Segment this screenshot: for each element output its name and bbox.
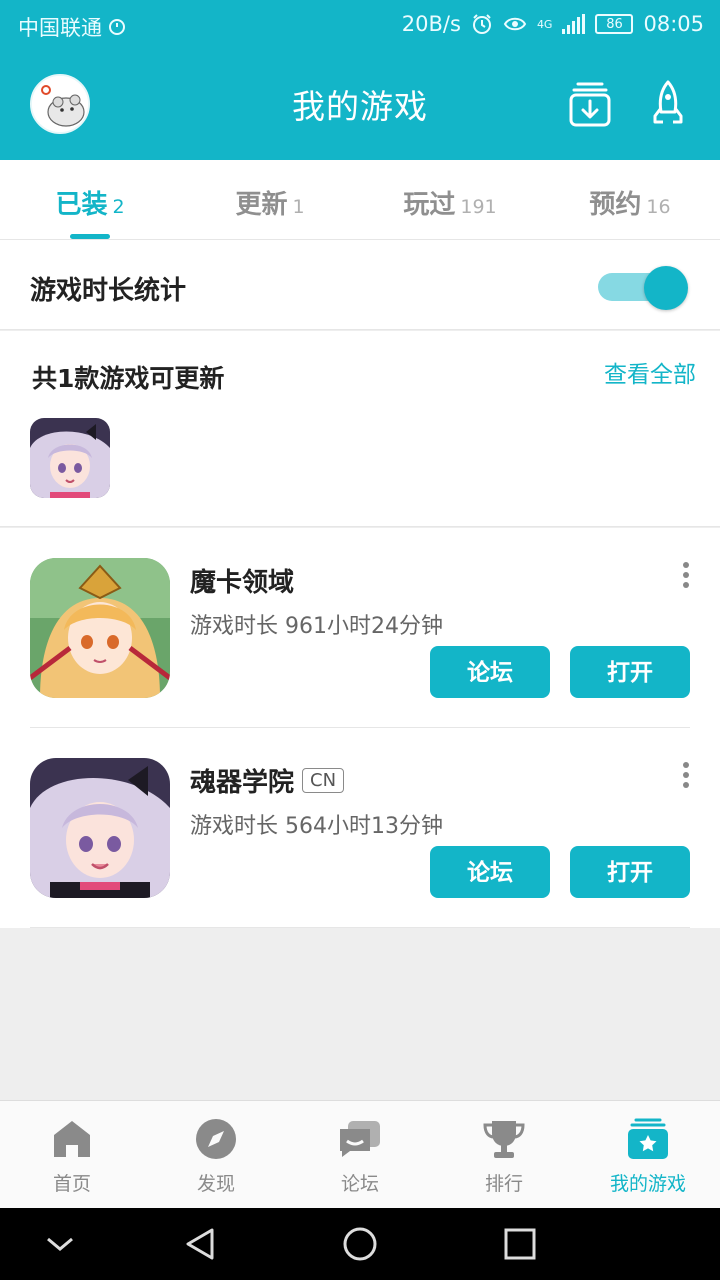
game-tabs: 已装 2 更新 1 玩过 191 预约 16 [0, 160, 720, 240]
forum-button[interactable]: 论坛 [430, 846, 550, 898]
game-icon-hunqi[interactable] [30, 758, 170, 898]
tab-played[interactable]: 玩过 191 [360, 160, 540, 239]
nav-forum[interactable]: 论坛 [288, 1101, 432, 1208]
open-button[interactable]: 打开 [570, 846, 690, 898]
game-icon-moka[interactable] [30, 558, 170, 698]
battery-icon: 86 [595, 14, 634, 34]
tab-reserved[interactable]: 预约 16 [540, 160, 720, 239]
playtime-stats-label: 游戏时长统计 [30, 276, 187, 306]
installed-games-list: 魔卡领域 游戏时长 961小时24分钟 论坛 打开 魂器学院 CN 游戏时长 56… [0, 528, 720, 928]
my-games-icon [628, 1118, 668, 1159]
top-bar: 中国联通 20B/s 4G 86 08:05 我的游戏 [0, 0, 720, 160]
tab-label: 已装 [55, 190, 108, 220]
divider [30, 927, 690, 928]
region-badge: CN [302, 768, 345, 793]
signal-icon [562, 14, 586, 34]
nav-discover[interactable]: 发现 [144, 1101, 288, 1208]
more-options-icon[interactable] [676, 562, 696, 592]
recent-apps-icon[interactable] [502, 1226, 538, 1262]
view-all-link[interactable]: 查看全部 [604, 355, 696, 389]
alarm-icon [472, 14, 491, 34]
system-navigation-bar [0, 1208, 720, 1280]
nav-label: 首页 [52, 1173, 91, 1195]
eye-icon [503, 17, 527, 31]
more-options-icon[interactable] [676, 762, 696, 792]
home-icon [54, 1121, 90, 1157]
active-tab-indicator [70, 234, 110, 239]
tab-installed[interactable]: 已装 2 [0, 160, 180, 239]
network-speed: 20B/s [401, 12, 461, 36]
bottom-navigation: 首页 发现 论坛 排行 我的游戏 [0, 1100, 720, 1208]
status-time: 08:05 [643, 12, 704, 36]
tab-count: 191 [460, 196, 497, 218]
page-title: 我的游戏 [292, 87, 428, 126]
updates-section: 共1款游戏可更新 查看全部 [0, 331, 720, 527]
tab-label: 更新 [235, 190, 288, 220]
chevron-down-icon[interactable] [42, 1226, 78, 1262]
trophy-icon [483, 1121, 525, 1158]
tab-count: 1 [292, 196, 305, 218]
game-title: 魔卡领域 [190, 568, 295, 598]
header: 我的游戏 [0, 50, 720, 160]
update-game-icon[interactable] [30, 418, 110, 498]
game-title: 魂器学院 [190, 768, 295, 798]
game-name: 魔卡领域 [190, 562, 294, 599]
game-playtime: 游戏时长 564小时13分钟 [190, 814, 443, 839]
forum-icon [340, 1121, 380, 1157]
nav-my-games[interactable]: 我的游戏 [576, 1101, 720, 1208]
nav-label: 发现 [196, 1173, 235, 1195]
tab-count: 2 [112, 196, 125, 218]
back-icon[interactable] [182, 1226, 218, 1262]
rocket-icon[interactable] [646, 80, 690, 128]
tab-count: 16 [646, 196, 671, 218]
nav-home[interactable]: 首页 [0, 1101, 144, 1208]
nav-label: 排行 [484, 1173, 523, 1195]
list-item: 魂器学院 CN 游戏时长 564小时13分钟 论坛 打开 [0, 728, 720, 928]
network-type: 4G [536, 17, 553, 31]
status-bar: 中国联通 20B/s 4G 86 08:05 [0, 0, 720, 50]
list-item: 魔卡领域 游戏时长 961小时24分钟 论坛 打开 [0, 528, 720, 728]
tab-label: 预约 [589, 190, 642, 220]
forum-button[interactable]: 论坛 [430, 646, 550, 698]
battery-level: 86 [606, 16, 623, 32]
home-circle-icon[interactable] [342, 1226, 378, 1262]
tab-updates[interactable]: 更新 1 [180, 160, 360, 239]
toggle-knob[interactable] [644, 266, 688, 310]
anime-warrior-icon [30, 558, 170, 698]
nav-label: 我的游戏 [609, 1173, 686, 1195]
open-button[interactable]: 打开 [570, 646, 690, 698]
clock-status-icon [109, 19, 125, 35]
game-playtime: 游戏时长 961小时24分钟 [190, 614, 443, 639]
anime-girl-icon [30, 758, 170, 898]
download-manager-icon[interactable] [568, 80, 612, 128]
nav-ranking[interactable]: 排行 [432, 1101, 576, 1208]
game-name: 魂器学院 CN [190, 762, 345, 799]
tab-label: 玩过 [403, 190, 456, 220]
updates-heading: 共1款游戏可更新 [32, 364, 225, 393]
compass-icon [196, 1119, 236, 1159]
carrier-name: 中国联通 [18, 16, 102, 40]
anime-girl-icon [30, 418, 110, 498]
nav-label: 论坛 [340, 1173, 379, 1195]
